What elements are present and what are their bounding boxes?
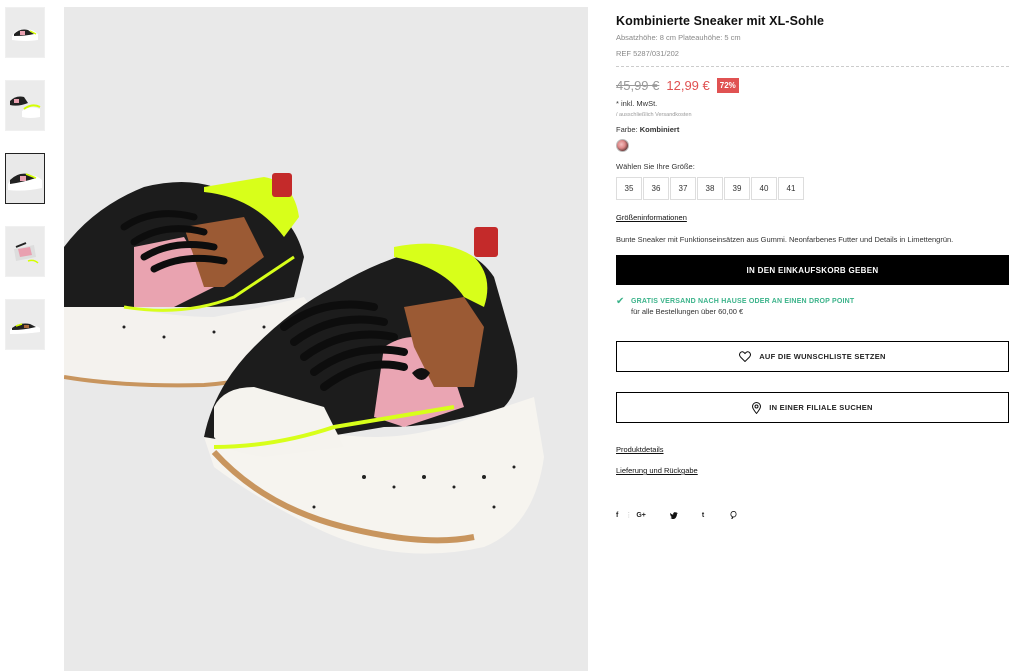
free-shipping-info: ✔ GRATIS VERSAND NACH HAUSE ODER AN EINE… [616, 296, 1009, 316]
size-option[interactable]: 41 [778, 177, 804, 200]
add-to-cart-button[interactable]: IN DEN EINKAUFSKORB GEBEN [616, 255, 1009, 285]
thumbnail-2[interactable] [5, 80, 45, 131]
size-option[interactable]: 40 [751, 177, 777, 200]
pinterest-icon[interactable] [730, 511, 737, 519]
color-label: Farbe: Kombiniert [616, 125, 1009, 134]
share-separator-icon: ⋮ [625, 512, 633, 519]
thumbnail-3-active[interactable] [5, 153, 45, 204]
shipping-subtitle: für alle Bestellungen über 60,00 € [631, 307, 744, 316]
old-price: 45,99 € [616, 78, 660, 93]
tumblr-icon[interactable]: t [702, 512, 704, 519]
size-info-link[interactable]: Größeninformationen [616, 213, 687, 222]
check-icon: ✔ [616, 296, 625, 307]
shipping-costs-note: / ausschließlich Versandkosten [616, 112, 692, 118]
size-option[interactable]: 38 [697, 177, 723, 200]
heart-icon [739, 351, 752, 362]
discount-badge: 72% [716, 78, 739, 93]
thumbnail-1[interactable] [5, 7, 45, 58]
find-in-store-button[interactable]: IN EINER FILIALE SUCHEN [616, 392, 1009, 423]
divider [616, 66, 1009, 67]
thumbnail-5[interactable] [5, 299, 45, 350]
size-label: Wählen Sie Ihre Größe: [616, 162, 695, 171]
thumbnail-list [5, 7, 45, 372]
color-label-text: Farbe: [616, 125, 640, 134]
product-main-image[interactable] [64, 7, 588, 671]
product-info-panel: Kombinierte Sneaker mit XL-Sohle Absatzh… [616, 14, 1009, 519]
size-option[interactable]: 36 [643, 177, 669, 200]
size-selector: 35 36 37 38 39 40 41 [616, 177, 1009, 200]
product-subtitle: Absatzhöhe: 8 cm Plateauhöhe: 5 cm [616, 33, 741, 42]
add-to-wishlist-button[interactable]: AUF DIE WUNSCHLISTE SETZEN [616, 341, 1009, 372]
facebook-icon[interactable]: f [616, 512, 618, 519]
color-value: Kombiniert [639, 125, 680, 134]
color-swatch[interactable] [616, 139, 629, 152]
size-option[interactable]: 35 [616, 177, 642, 200]
twitter-icon[interactable] [669, 511, 678, 519]
size-option[interactable]: 39 [724, 177, 750, 200]
new-price: 12,99 € [666, 78, 710, 93]
delivery-returns-link[interactable]: Lieferung und Rückgabe [616, 466, 1009, 475]
size-option[interactable]: 37 [670, 177, 696, 200]
wishlist-label: AUF DIE WUNSCHLISTE SETZEN [759, 352, 886, 361]
shipping-title: GRATIS VERSAND NACH HAUSE ODER AN EINEN … [631, 298, 855, 305]
product-description: Bunte Sneaker mit Funktionseinsätzen aus… [616, 235, 954, 244]
product-details-link[interactable]: Produktdetails [616, 445, 1009, 454]
product-title: Kombinierte Sneaker mit XL-Sohle [616, 14, 825, 28]
product-ref: REF 5287/031/202 [616, 49, 679, 58]
google-plus-icon[interactable]: G+ [636, 512, 646, 519]
store-label: IN EINER FILIALE SUCHEN [769, 403, 873, 412]
location-pin-icon [752, 401, 762, 414]
social-share: f ⋮ G+ t [616, 511, 1009, 519]
thumbnail-4[interactable] [5, 226, 45, 277]
price-row: 45,99 € 12,99 € 72% [616, 78, 1009, 93]
tax-note: * inkl. MwSt. [616, 99, 658, 108]
